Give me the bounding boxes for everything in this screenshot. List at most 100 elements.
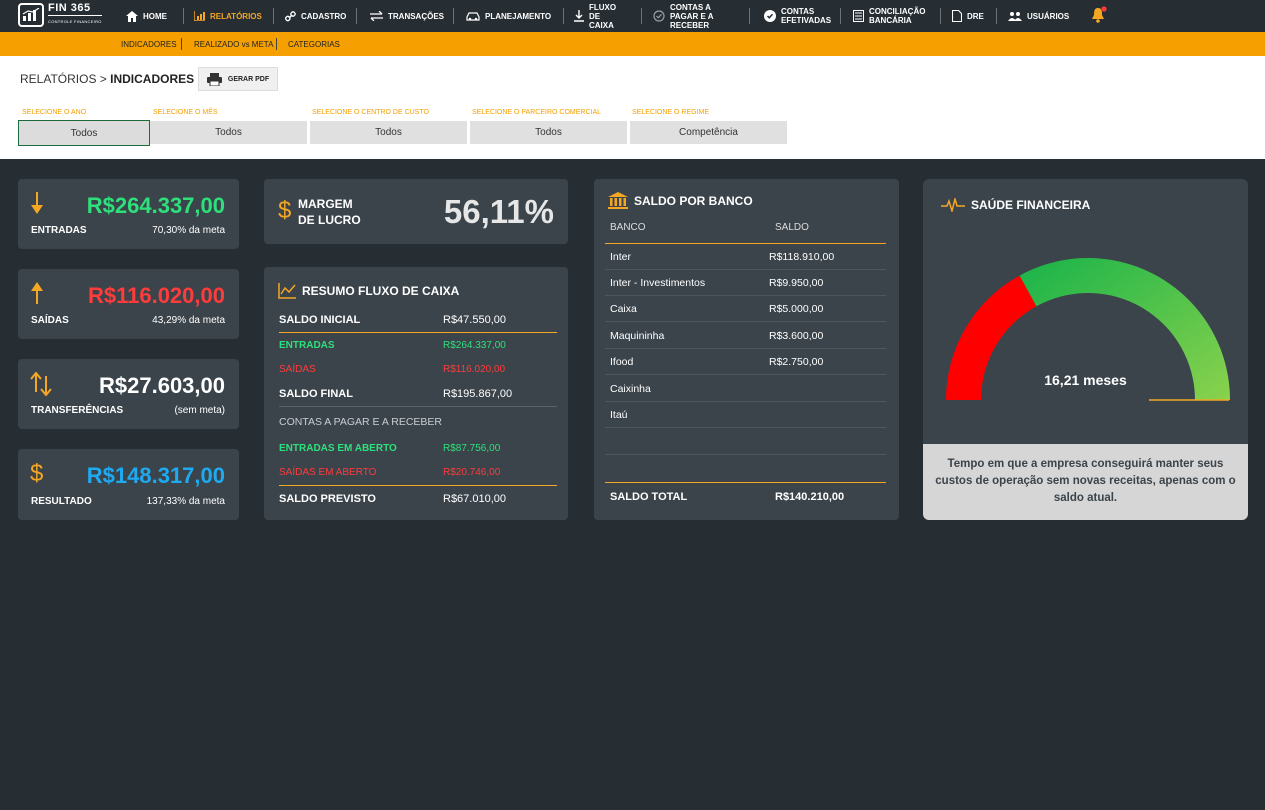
table-row: Maquininha R$3.600,00 bbox=[605, 323, 886, 349]
check-circle-icon bbox=[764, 10, 776, 22]
kpi-resultado-card: $ R$148.317,00 RESULTADO 137,33% da meta bbox=[18, 449, 239, 520]
nav-cadastro[interactable]: CADASTRO bbox=[285, 0, 346, 32]
bell-icon bbox=[1090, 6, 1108, 26]
table-row bbox=[605, 429, 886, 455]
nav-label: USUÁRIOS bbox=[1027, 11, 1070, 21]
arrow-down-icon bbox=[30, 192, 44, 219]
kpi-saidas-label: SAÍDAS bbox=[31, 315, 69, 326]
resumo-title: RESUMO FLUXO DE CAIXA bbox=[278, 283, 459, 299]
subnav-realizado-meta[interactable]: REALIZADO vs META bbox=[194, 32, 273, 56]
nav-label: FLUXO DE CAIXA bbox=[589, 2, 617, 30]
brand-name: FIN 365 CONTROLE FINANCEIRO bbox=[48, 3, 102, 27]
dollar-icon: $ bbox=[278, 197, 292, 228]
table-row: Inter - Investimentos R$9.950,00 bbox=[605, 270, 886, 296]
subnav-indicadores[interactable]: INDICADORES bbox=[121, 32, 177, 56]
resumo-entradas-aberto-row: ENTRADAS EM ABERTO R$87.756,00 bbox=[279, 442, 501, 454]
resumo-contas-title: CONTAS A PAGAR E A RECEBER bbox=[279, 416, 442, 428]
dollar-icon: $ bbox=[30, 460, 44, 491]
filter-label-ano: SELECIONE O ANO bbox=[22, 109, 87, 116]
saude-value: 16,21 meses bbox=[1044, 372, 1127, 388]
nav-label: CADASTRO bbox=[301, 11, 347, 21]
generate-pdf-button[interactable]: GERAR PDF bbox=[198, 67, 278, 91]
sub-navbar: INDICADORES REALIZADO vs META CATEGORIAS bbox=[0, 32, 1265, 56]
cash-flow-icon bbox=[574, 10, 584, 22]
home-icon bbox=[126, 10, 138, 22]
chart-icon bbox=[194, 11, 205, 21]
table-row: Caixinha bbox=[605, 376, 886, 402]
margem-lucro-label: MARGEM DE LUCRO bbox=[298, 197, 361, 227]
users-icon bbox=[1008, 11, 1022, 21]
line-chart-icon bbox=[278, 283, 296, 299]
kpi-resultado-label: RESULTADO bbox=[31, 496, 92, 507]
breadcrumb: RELATÓRIOS > INDICADORES bbox=[20, 72, 195, 86]
resumo-saldo-previsto-row: SALDO PREVISTO R$67.010,00 bbox=[279, 493, 506, 505]
resumo-fluxo-caixa-card: RESUMO FLUXO DE CAIXA SALDO INICIAL R$47.… bbox=[264, 267, 568, 520]
nav-contas-pagar-receber[interactable]: CONTAS A PAGAR E A RECEBER bbox=[653, 0, 743, 32]
arrow-up-icon bbox=[30, 282, 44, 309]
document-icon bbox=[952, 10, 962, 22]
nav-label: TRANSAÇÕES bbox=[388, 11, 445, 21]
resumo-saidas-row: SAÍDAS R$116.020,00 bbox=[279, 363, 506, 375]
filter-regime-select[interactable]: Competência bbox=[630, 121, 787, 144]
nav-transacoes[interactable]: TRANSAÇÕES bbox=[370, 0, 444, 32]
arrows-icon bbox=[370, 11, 383, 21]
link-icon bbox=[285, 10, 296, 22]
brand-logo[interactable]: FIN 365 CONTROLE FINANCEIRO bbox=[18, 3, 102, 27]
kpi-entradas-meta: 70,30% da meta bbox=[152, 225, 225, 236]
nav-conciliacao-bancaria[interactable]: CONCILIAÇÃO BANCÁRIA bbox=[853, 0, 933, 32]
saude-gauge bbox=[946, 258, 1230, 401]
kpi-entradas-value: R$264.337,00 bbox=[86, 193, 225, 218]
nav-label: CONTAS A PAGAR E A RECEBER bbox=[670, 2, 714, 30]
filter-panel: RELATÓRIOS > INDICADORES GERAR PDF SELEC… bbox=[0, 56, 1265, 159]
saude-description: Tempo em que a empresa conseguirá manter… bbox=[923, 444, 1248, 520]
bancos-title: SALDO POR BANCO bbox=[608, 192, 753, 209]
kpi-transferencias-value: R$27.603,00 bbox=[99, 373, 225, 398]
saldo-por-banco-card: SALDO POR BANCO BANCO SALDO Inter R$118.9… bbox=[594, 179, 899, 520]
transfer-arrows-icon bbox=[30, 371, 52, 401]
filter-mes-select[interactable]: Todos bbox=[150, 121, 307, 144]
kpi-saidas-meta: 43,29% da meta bbox=[152, 315, 225, 326]
table-row: Itaú bbox=[605, 402, 886, 428]
filter-parceiro-select[interactable]: Todos bbox=[470, 121, 627, 144]
saude-financeira-card: SAÚDE FINANCEIRA 16,21 meses bbox=[923, 179, 1248, 444]
kpi-saidas-card: R$116.020,00 SAÍDAS 43,29% da meta bbox=[18, 269, 239, 339]
bancos-total-label: SALDO TOTAL bbox=[610, 491, 688, 503]
logo-chart-icon bbox=[18, 3, 44, 27]
printer-icon bbox=[206, 72, 222, 86]
margem-lucro-value: 56,11% bbox=[443, 193, 554, 230]
nav-label: RELATÓRIOS bbox=[210, 11, 262, 21]
filter-ano-select[interactable]: Todos bbox=[18, 120, 150, 146]
svg-text:$: $ bbox=[30, 460, 43, 486]
notifications-button[interactable] bbox=[1090, 0, 1108, 32]
filter-label-centro-custo: SELECIONE O CENTRO DE CUSTO bbox=[312, 109, 429, 116]
kpi-entradas-card: R$264.337,00 ENTRADAS 70,30% da meta bbox=[18, 179, 239, 249]
kpi-entradas-label: ENTRADAS bbox=[31, 225, 87, 236]
kpi-transferencias-meta: (sem meta) bbox=[174, 405, 225, 416]
nav-contas-efetivadas[interactable]: CONTAS EFETIVADAS bbox=[764, 0, 834, 32]
resumo-saldo-inicial-row: SALDO INICIAL R$47.550,00 bbox=[279, 314, 506, 326]
nav-fluxo-caixa[interactable]: FLUXO DE CAIXA bbox=[574, 0, 634, 32]
car-icon bbox=[466, 11, 480, 21]
table-row: Caixa R$5.000,00 bbox=[605, 296, 886, 322]
bank-icon bbox=[608, 192, 628, 209]
subnav-categorias[interactable]: CATEGORIAS bbox=[288, 32, 340, 56]
nav-label: PLANEJAMENTO bbox=[485, 11, 552, 21]
kpi-transferencias-label: TRANSFERÊNCIAS bbox=[31, 405, 124, 416]
nav-planejamento[interactable]: PLANEJAMENTO bbox=[466, 0, 551, 32]
nav-dre[interactable]: DRE bbox=[952, 0, 984, 32]
nav-usuarios[interactable]: USUÁRIOS bbox=[1008, 0, 1069, 32]
table-row: Ifood R$2.750,00 bbox=[605, 349, 886, 375]
filter-centro-custo-select[interactable]: Todos bbox=[310, 121, 467, 144]
nav-relatorios[interactable]: RELATÓRIOS bbox=[194, 0, 262, 32]
kpi-resultado-meta: 137,33% da meta bbox=[146, 496, 225, 507]
nav-label: CONCILIAÇÃO BANCÁRIA bbox=[869, 7, 926, 25]
svg-text:$: $ bbox=[278, 197, 291, 223]
check-circle-outline-icon bbox=[653, 10, 665, 22]
nav-home[interactable]: HOME bbox=[126, 0, 167, 32]
filter-label-mes: SELECIONE O MÊS bbox=[153, 109, 218, 116]
nav-label: HOME bbox=[143, 11, 167, 21]
table-row: Inter R$118.910,00 bbox=[605, 244, 886, 270]
resumo-entradas-row: ENTRADAS R$264.337,00 bbox=[279, 339, 506, 351]
bank-statement-icon bbox=[853, 10, 864, 22]
bancos-total-value: R$140.210,00 bbox=[775, 491, 845, 503]
